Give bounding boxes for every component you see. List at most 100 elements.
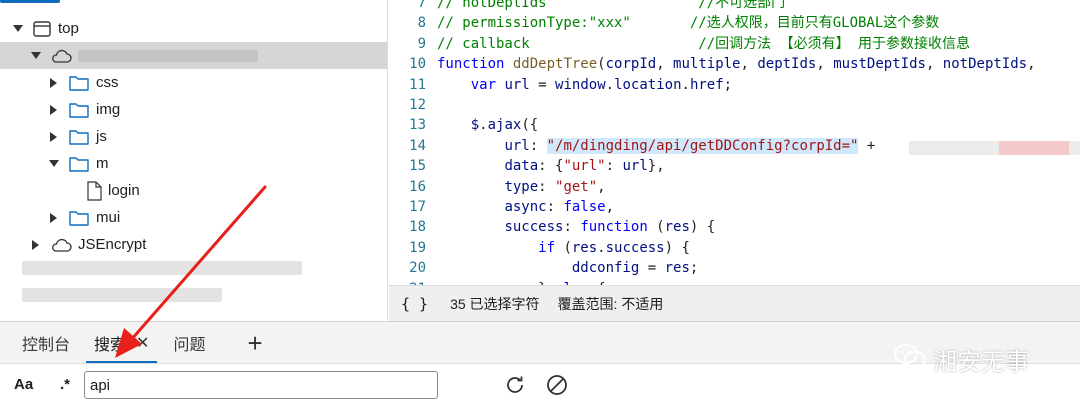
cloud-icon <box>50 48 72 64</box>
line-number: 18 <box>409 219 426 236</box>
code-line: 12 <box>389 95 1080 116</box>
code-line: 7 // notDeptIds //不可选部门 <box>389 0 1080 14</box>
line-number: 14 <box>409 137 426 154</box>
add-tab-button[interactable]: + <box>247 330 262 356</box>
watermark: 湘安无事 <box>893 342 1029 377</box>
redacted-code <box>999 141 1069 155</box>
folder-icon <box>68 101 90 119</box>
code-text: $.ajax({ <box>470 117 539 134</box>
pretty-print-button[interactable]: { } <box>401 295 428 313</box>
line-number: 12 <box>409 97 426 113</box>
file-icon <box>86 180 102 201</box>
editor-status-bar: { } 35 已选择字符 覆盖范围: 不适用 <box>389 285 1080 321</box>
line-number: 8 <box>417 15 426 32</box>
redacted-tree-item <box>22 288 222 302</box>
line-number: 11 <box>409 76 426 93</box>
file-tree-panel: top css img js m login mui JSEncrypt <box>0 0 388 320</box>
cloud-icon <box>50 237 72 253</box>
tree-item-login[interactable]: login <box>0 177 387 204</box>
code-line: 16 type: "get", <box>389 177 1080 198</box>
tree-item-label: img <box>96 101 121 118</box>
code-line: 10 function ddDeptTree(corpId, multiple, … <box>389 54 1080 75</box>
tree-item-js[interactable]: js <box>0 123 387 150</box>
line-number: 15 <box>409 158 426 175</box>
tree-item-css[interactable]: css <box>0 69 387 96</box>
search-input[interactable] <box>84 371 438 399</box>
code-text: var url = window.location.href; <box>470 76 733 93</box>
code-text: data: {"url": url}, <box>504 158 665 175</box>
code-text: success: function (res) { <box>504 219 716 236</box>
code-line: 11 var url = window.location.href; <box>389 75 1080 96</box>
code-text: ddconfig = res; <box>571 260 699 277</box>
redacted-tree-item <box>22 261 302 275</box>
tab-issues[interactable]: 问题 <box>161 322 217 364</box>
code-editor[interactable]: 7 // notDeptIds //不可选部门 8 // permissionType… <box>389 0 1080 285</box>
tab-label: 问题 <box>173 336 206 354</box>
tree-item-label: top <box>58 20 79 37</box>
line-number: 7 <box>417 0 426 11</box>
watermark-text: 湘安无事 <box>933 348 1029 376</box>
tab-label: 搜索 <box>94 336 127 354</box>
tree-item-label: mui <box>96 209 121 226</box>
code-text: async: false, <box>504 199 615 215</box>
tab-label: 控制台 <box>22 336 71 354</box>
coverage-status: 覆盖范围: 不适用 <box>557 295 664 312</box>
code-text: function ddDeptTree(corpId, multiple, de… <box>437 56 1044 73</box>
chevron-right-icon[interactable] <box>48 131 60 143</box>
tree-item-img[interactable]: img <box>0 96 387 123</box>
folder-icon <box>68 128 90 146</box>
chevron-down-icon[interactable] <box>30 50 42 62</box>
code-line: 13 $.ajax({ <box>389 115 1080 136</box>
code-text: // notDeptIds //不可选部门 <box>437 0 786 11</box>
wechat-icon <box>893 343 933 377</box>
code-text: // permissionType:"xxx" //选人权限，目前只有GLOBA… <box>437 15 940 32</box>
tree-item-mui[interactable]: mui <box>0 204 387 231</box>
tree-item-m[interactable]: m <box>0 150 387 177</box>
tree-item-label: login <box>108 182 140 199</box>
chevron-right-icon[interactable] <box>48 77 60 89</box>
line-number: 9 <box>417 35 426 52</box>
panel-tab-indicator <box>0 0 60 3</box>
match-case-toggle[interactable]: Aa <box>14 376 33 393</box>
close-icon[interactable]: ✕ <box>136 333 149 353</box>
chevron-down-icon[interactable] <box>12 23 24 35</box>
folder-icon <box>68 155 90 173</box>
tree-item-jsencrypt[interactable]: JSEncrypt <box>0 231 387 258</box>
selection-status: 35 已选择字符 <box>450 295 540 312</box>
chevron-down-icon[interactable] <box>48 158 60 170</box>
redacted-domain <box>78 49 258 62</box>
clear-icon[interactable] <box>545 373 569 401</box>
regex-toggle[interactable]: .* <box>60 376 70 393</box>
folder-icon <box>68 209 90 227</box>
chevron-right-icon[interactable] <box>48 104 60 116</box>
tree-item-domain[interactable] <box>0 42 387 69</box>
tree-item-label: m <box>96 155 109 172</box>
folder-icon <box>68 74 90 92</box>
line-number: 10 <box>409 56 426 73</box>
tree-item-label: JSEncrypt <box>78 236 147 253</box>
line-number: 19 <box>409 239 426 256</box>
code-line: 19 if (res.success) { <box>389 238 1080 259</box>
code-text: type: "get", <box>504 178 606 195</box>
chevron-right-icon[interactable] <box>30 239 42 251</box>
tab-console[interactable]: 控制台 <box>10 322 82 364</box>
line-number: 16 <box>409 178 426 195</box>
chevron-right-icon[interactable] <box>48 212 60 224</box>
code-line: 9 // callback //回调方法 【必须有】 用于参数接收信息 <box>389 34 1080 55</box>
line-number: 13 <box>409 117 426 134</box>
code-text: if (res.success) { <box>538 239 690 256</box>
tree-item-label: css <box>96 74 119 91</box>
caret-spacer <box>66 185 78 197</box>
code-line: 20 ddconfig = res; <box>389 258 1080 279</box>
refresh-icon[interactable] <box>503 373 527 401</box>
tree-item-label: js <box>96 128 107 145</box>
code-text: // callback //回调方法 【必须有】 用于参数接收信息 <box>437 35 971 52</box>
window-icon <box>32 20 52 38</box>
tab-search[interactable]: 搜索 ✕ <box>82 322 161 364</box>
line-number: 20 <box>409 260 426 277</box>
tree-item-top[interactable]: top <box>0 15 387 42</box>
code-line: 15 data: {"url": url}, <box>389 156 1080 177</box>
line-number: 17 <box>409 199 426 215</box>
code-line: 8 // permissionType:"xxx" //选人权限，目前只有GLOB… <box>389 13 1080 34</box>
code-line: 17 async: false, <box>389 197 1080 218</box>
